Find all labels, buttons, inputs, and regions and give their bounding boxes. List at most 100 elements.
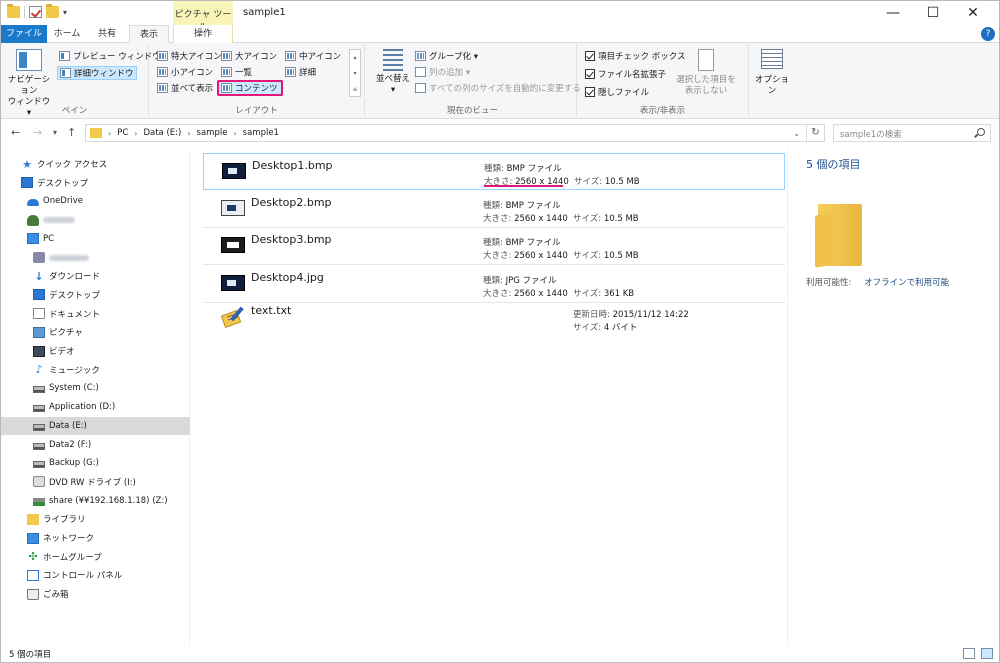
drive-icon	[33, 461, 45, 469]
large-icons-view-icon[interactable]	[981, 648, 993, 659]
sidebar-item[interactable]: share (¥¥192.168.1.18) (Z:)	[1, 492, 190, 510]
file-size-meta: サイズ: 361 KB	[573, 287, 634, 299]
sidebar-item-label: ホームグループ	[43, 552, 102, 563]
preview-pane-button[interactable]: プレビュー ウィンドウ	[57, 49, 163, 63]
sidebar-item[interactable]: デスクトップ	[1, 286, 190, 304]
sidebar-item[interactable]: ピクチャ	[1, 323, 190, 341]
layout-details[interactable]: 詳細	[283, 65, 318, 79]
sidebar-item[interactable]: Backup (G:)	[1, 454, 190, 472]
sidebar-item[interactable]: ドキュメント	[1, 305, 190, 323]
recent-dropdown-icon[interactable]: ▾	[53, 128, 57, 137]
file-size-value: 10.5 MB	[603, 213, 639, 224]
desktop-icon	[21, 177, 33, 189]
file-name: Desktop2.bmp	[251, 195, 332, 209]
tab-view[interactable]: 表示	[129, 25, 169, 44]
library-icon	[27, 513, 39, 525]
sidebar-item[interactable]: DVD RW ドライブ (I:)	[1, 473, 190, 491]
sidebar-item[interactable]: ごみ箱	[1, 585, 190, 603]
content-icon	[221, 83, 232, 93]
file-size-label: サイズ:	[573, 323, 602, 333]
sidebar-item[interactable]	[1, 249, 190, 267]
sidebar-item[interactable]: Data (E:)	[1, 416, 190, 435]
breadcrumb-sample1[interactable]: sample1	[243, 128, 279, 138]
sidebar-item[interactable]: ↓ ダウンロード	[1, 267, 190, 285]
sidebar-item[interactable]: OneDrive	[1, 192, 190, 210]
list-item[interactable]: Desktop4.jpg 種類: JPG ファイル 大きさ: 2560 x 1440…	[203, 266, 785, 303]
address-dropdown-icon[interactable]: ⌄	[793, 129, 800, 138]
dimensions-label: 大きさ:	[483, 288, 512, 299]
options-button[interactable]: オプション	[753, 49, 791, 97]
sidebar-item[interactable]: Application (D:)	[1, 398, 190, 416]
download-icon: ↓	[34, 269, 44, 283]
up-icon[interactable]: ↑	[67, 126, 76, 139]
file-type-value: BMP ファイル	[505, 238, 561, 248]
maximize-button[interactable]: ☐	[913, 3, 953, 23]
layout-gallery-scroll[interactable]: ▴ ▾ ≡	[349, 49, 361, 97]
sidebar-item[interactable]: ライブラリ	[1, 510, 190, 528]
file-type-meta: 種類: JPG ファイル	[483, 274, 557, 286]
list-item[interactable]: Desktop1.bmp 種類: BMP ファイル 大きさ: 2560 x 1440…	[203, 153, 785, 190]
sidebar-item[interactable]: ✣ ホームグループ	[1, 548, 190, 566]
layout-xl-icons[interactable]: 特大アイコン	[155, 49, 224, 63]
sidebar-item-label: Data (E:)	[49, 420, 87, 431]
hidden-files-toggle[interactable]: 隠しファイル	[583, 85, 651, 99]
image-thumbnail-icon	[221, 199, 245, 216]
help-icon[interactable]: ?	[981, 27, 995, 41]
group-by-button[interactable]: グループ化 ▾	[413, 49, 480, 63]
search-input[interactable]: sample1の検索	[833, 124, 991, 142]
sidebar-item[interactable]: System (C:)	[1, 379, 190, 397]
layout-medium-icons[interactable]: 中アイコン	[283, 49, 343, 63]
close-button[interactable]: ✕	[953, 3, 993, 23]
tiles-icon	[157, 83, 168, 93]
sort-button[interactable]: 並べ替え ▾	[373, 49, 413, 96]
add-columns-button[interactable]: 列の追加 ▾	[413, 65, 472, 79]
sidebar-item[interactable]: デスクトップ	[1, 174, 190, 192]
breadcrumb-data-e[interactable]: Data (E:)	[143, 128, 181, 138]
tab-file[interactable]: ファイル	[1, 25, 47, 43]
layout-list[interactable]: 一覧	[219, 65, 254, 79]
fit-columns-button[interactable]: すべての列のサイズを自動的に変更する	[413, 81, 583, 95]
sidebar-item[interactable]: ♪ ミュージック	[1, 361, 190, 379]
sidebar-item[interactable]: コントロール パネル	[1, 566, 190, 584]
list-item-text-txt[interactable]: text.txt 更新日時: 2015/11/12 14:22 サイズ: 4 バ…	[203, 299, 785, 339]
small-icons-label: 小アイコン	[171, 68, 214, 78]
tab-share[interactable]: 共有	[87, 25, 127, 43]
qat-dropdown-icon[interactable]: ▾	[63, 8, 67, 17]
tab-manage[interactable]: 操作	[173, 25, 233, 43]
layout-tiles[interactable]: 並べて表示	[155, 81, 215, 95]
forward-icon[interactable]: →	[33, 126, 42, 139]
sidebar-item[interactable]: ネットワーク	[1, 529, 190, 547]
file-extensions-toggle[interactable]: ファイル名拡張子	[583, 67, 668, 81]
sidebar-item[interactable]: ビデオ	[1, 342, 190, 360]
back-icon[interactable]: ←	[11, 126, 20, 139]
list-item[interactable]: Desktop3.bmp 種類: BMP ファイル 大きさ: 2560 x 1440…	[203, 228, 785, 265]
recycle-bin-icon	[27, 588, 39, 600]
search-icon[interactable]	[977, 128, 985, 136]
sidebar-item[interactable]: ★ クイック アクセス	[1, 155, 190, 173]
layout-small-icons[interactable]: 小アイコン	[155, 65, 215, 79]
file-type-label: 種類:	[483, 200, 503, 211]
minimize-button[interactable]: —	[873, 3, 913, 23]
sidebar-item[interactable]	[1, 211, 190, 229]
breadcrumb-pc[interactable]: PC	[117, 128, 128, 138]
sidebar-item[interactable]: PC	[1, 230, 190, 248]
tab-home[interactable]: ホーム	[47, 25, 87, 43]
details-label: 詳細	[299, 68, 317, 78]
image-thumbnail-icon	[222, 163, 246, 179]
details-pane-button[interactable]: 詳細ウィンドウ	[57, 66, 137, 80]
refresh-icon[interactable]: ↻	[807, 124, 825, 142]
new-folder-icon[interactable]	[46, 4, 59, 18]
ribbon-group-show-hide: 項目チェック ボックス ファイル名拡張子 隠しファイル 選択した項目を 表示しな…	[577, 43, 749, 119]
list-icon	[221, 67, 232, 77]
layout-large-icons[interactable]: 大アイコン	[219, 49, 279, 63]
hide-selected-icon	[698, 49, 714, 71]
list-item[interactable]: Desktop2.bmp 種類: BMP ファイル 大きさ: 2560 x 1440…	[203, 191, 785, 228]
sidebar-item[interactable]: Data2 (F:)	[1, 436, 190, 454]
layout-content[interactable]: コンテンツ	[217, 80, 283, 96]
item-checkboxes-toggle[interactable]: 項目チェック ボックス	[583, 49, 687, 63]
properties-icon[interactable]	[29, 6, 42, 18]
hide-selected-button[interactable]: 選択した項目を 表示しない	[673, 49, 739, 97]
address-bar[interactable]: › PC › Data (E:) › sample › sample1 ⌄	[85, 124, 807, 142]
breadcrumb-sample[interactable]: sample	[197, 128, 228, 138]
details-view-icon[interactable]	[963, 648, 975, 659]
